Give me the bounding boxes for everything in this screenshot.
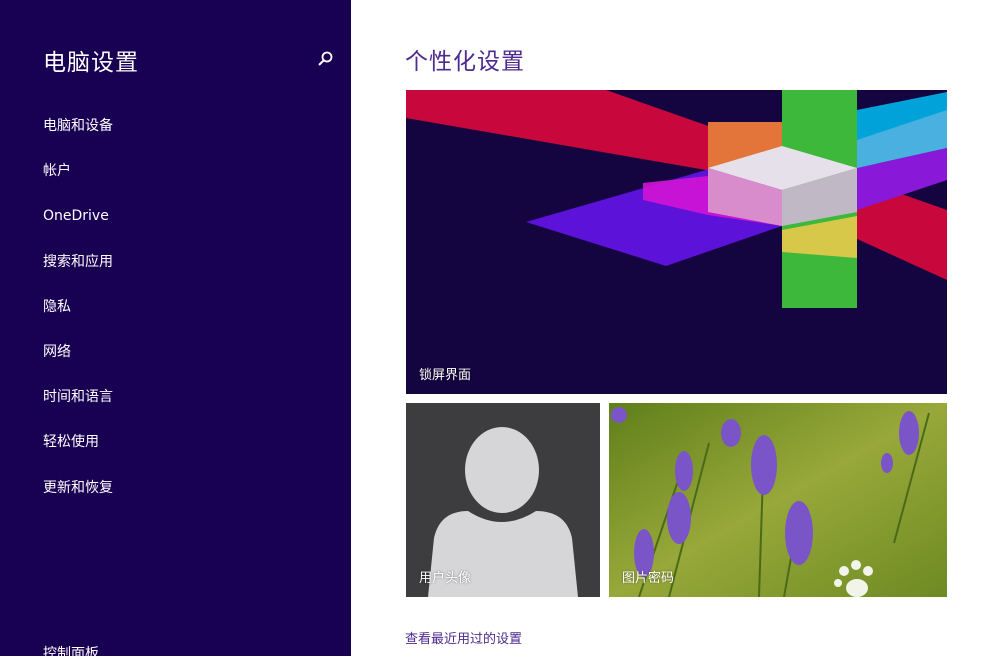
picture-password-label: 图片密码 [622, 571, 675, 586]
account-picture-tile[interactable]: 用户头像 [406, 403, 600, 597]
search-icon[interactable] [316, 50, 334, 68]
sidebar-item-ease-of-access[interactable]: 轻松使用 [43, 431, 113, 476]
lock-screen-label: 锁屏界面 [419, 368, 472, 383]
sidebar-item-network[interactable]: 网络 [43, 341, 113, 386]
sidebar-item-search-and-apps[interactable]: 搜索和应用 [43, 251, 113, 296]
lock-screen-image [406, 90, 947, 394]
sidebar-nav: 电脑和设备 帐户 OneDrive 搜索和应用 隐私 网络 时间和语言 轻松使用… [43, 115, 113, 522]
baidu-jingyan-watermark [766, 553, 946, 637]
recent-settings-link[interactable]: 查看最近用过的设置 [405, 628, 522, 647]
sidebar-item-onedrive[interactable]: OneDrive [43, 205, 113, 250]
sidebar: 电脑设置 电脑和设备 帐户 OneDrive 搜索和应用 隐私 网络 时间和语言… [0, 0, 351, 662]
sidebar-item-pc-and-devices[interactable]: 电脑和设备 [43, 115, 113, 160]
lock-screen-tile[interactable]: 锁屏界面 [406, 90, 947, 394]
page-title: 个性化设置 [405, 49, 525, 75]
sidebar-title: 电脑设置 [43, 50, 139, 76]
sidebar-item-time-and-language[interactable]: 时间和语言 [43, 386, 113, 431]
sidebar-item-update-and-recovery[interactable]: 更新和恢复 [43, 477, 113, 522]
baidu-paw-logo-icon [834, 560, 873, 597]
sidebar-item-accounts[interactable]: 帐户 [43, 160, 113, 205]
account-picture-label: 用户头像 [419, 571, 472, 586]
sidebar-item-privacy[interactable]: 隐私 [43, 296, 113, 341]
control-panel-link[interactable]: 控制面板 [43, 643, 99, 663]
